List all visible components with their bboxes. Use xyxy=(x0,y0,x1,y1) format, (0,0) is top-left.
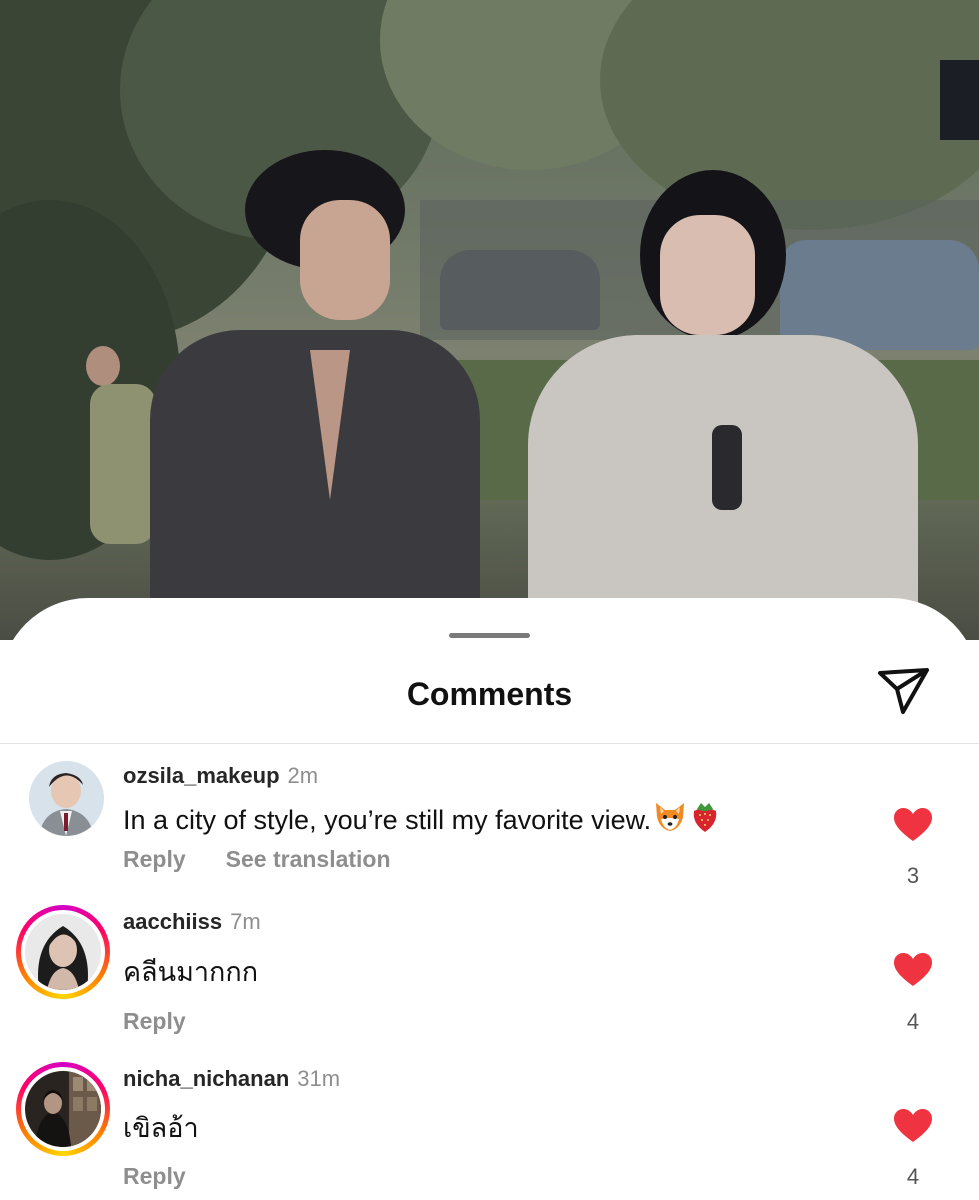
comment-username[interactable]: nicha_nichanan 31m xyxy=(123,1066,340,1092)
comment-text: In a city of style, you’re still my favo… xyxy=(123,799,721,840)
see-translation-link[interactable]: See translation xyxy=(226,846,391,872)
comment-actions: Reply xyxy=(123,1163,186,1190)
heart-icon[interactable] xyxy=(893,807,933,843)
divider xyxy=(0,743,979,744)
strawberry-icon xyxy=(689,799,721,840)
comment-username[interactable]: aacchiiss 7m xyxy=(123,909,261,935)
like-count: 4 xyxy=(906,1009,920,1034)
paper-plane-icon[interactable] xyxy=(872,660,934,722)
reply-button[interactable]: Reply xyxy=(123,846,186,872)
avatar[interactable] xyxy=(16,1062,110,1156)
comment-time: 2m xyxy=(287,763,319,788)
heart-icon[interactable] xyxy=(893,1108,933,1144)
comment-actions: Reply xyxy=(123,1008,186,1035)
comment-text: เขิลอ้า xyxy=(123,1113,199,1143)
comment-actions: Reply See translation xyxy=(123,846,391,873)
fox-icon xyxy=(653,801,687,840)
avatar[interactable] xyxy=(16,905,110,999)
like-count: 3 xyxy=(906,863,920,888)
drag-handle[interactable] xyxy=(449,633,530,638)
avatar[interactable] xyxy=(29,761,104,836)
heart-icon[interactable] xyxy=(893,952,933,988)
sheet-title: Comments xyxy=(406,676,573,712)
comment-time: 7m xyxy=(230,909,261,934)
post-photo xyxy=(0,0,979,640)
like-count: 4 xyxy=(906,1164,920,1189)
comment-username[interactable]: ozsila_makeup 2m xyxy=(123,763,318,789)
comment-text: คลีนมากกก xyxy=(123,957,259,987)
comment-time: 31m xyxy=(297,1066,341,1091)
reply-button[interactable]: Reply xyxy=(123,1008,186,1034)
reply-button[interactable]: Reply xyxy=(123,1163,186,1189)
